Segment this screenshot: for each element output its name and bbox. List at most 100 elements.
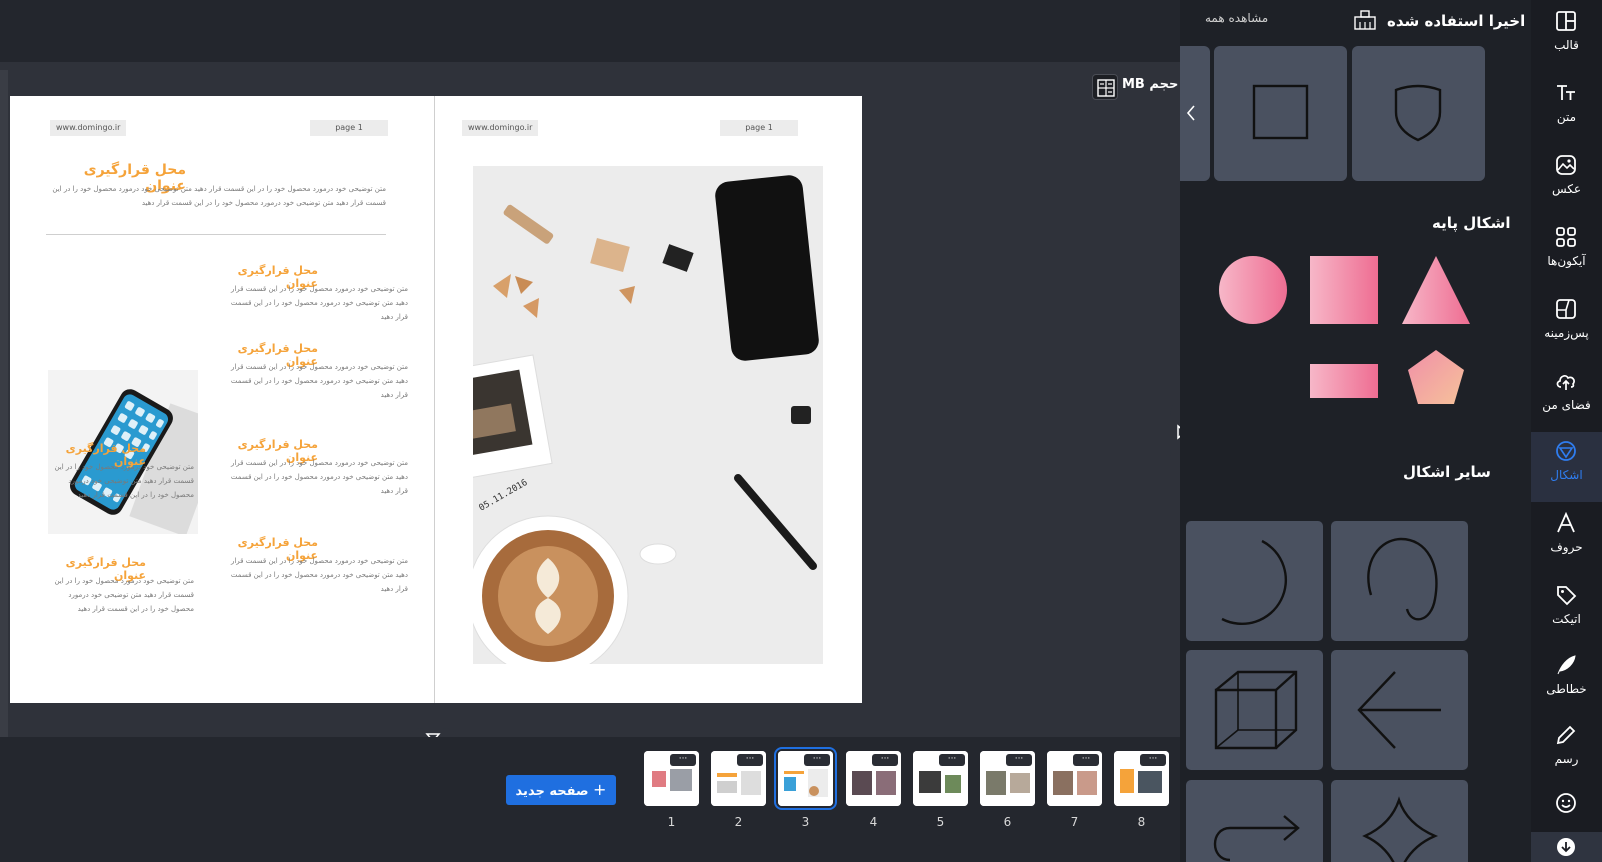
page-menu-button[interactable]: ··· [670,754,696,766]
sidebar-item-calligraphy[interactable]: خطاطی [1531,646,1602,716]
pencil-icon [1556,725,1576,745]
page-number: 1 [667,815,676,829]
sidebar-item-label: رسم [1554,752,1579,766]
sidebar-item-text[interactable]: متن [1531,74,1602,144]
page-thumbnail[interactable]: ··· [1114,751,1169,806]
basic-shapes-title: اشکال پایه [1432,214,1511,232]
sidebar-item-icons[interactable]: آیکون‌ها [1531,218,1602,288]
left-page-chip[interactable]: page 1 [310,120,388,136]
new-page-label: صفحه جدید [515,784,589,799]
right-page-chip[interactable]: page 1 [720,120,798,136]
page-number: 7 [1070,815,1079,829]
vertical-scrollbar[interactable] [0,70,8,770]
sidebar-item-label: متن [1556,110,1577,124]
section-text-4[interactable]: متن توضیحی خود درمورد محصول خود را در ای… [218,554,408,596]
grid-icon [1556,227,1576,247]
recent-shape-partial[interactable] [1180,46,1210,181]
sidebar-item-background[interactable]: پس‌زمینه [1531,290,1602,360]
page-menu-button[interactable]: ··· [939,754,965,766]
cloud-upload-icon [1556,375,1575,390]
section-text-2[interactable]: متن توضیحی خود درمورد محصول خود را در ای… [218,360,408,402]
page-thumbnail-active[interactable]: ··· [774,747,837,810]
arc-shape-card[interactable] [1331,521,1468,641]
page-thumbnail[interactable]: ··· [711,751,766,806]
page-thumbnail[interactable]: ··· [913,751,968,806]
recent-shape-square[interactable] [1214,46,1347,181]
smiley-icon[interactable] [1555,792,1577,818]
calculator-icon[interactable] [1092,74,1118,100]
circle-shape[interactable] [1219,256,1287,324]
sidebar-item-label: فضای من [1542,398,1591,412]
page-menu-button[interactable]: ··· [872,754,898,766]
page-number: 8 [1137,815,1146,829]
tools-sidebar: قالب متن عکس آیکون‌ها پس‌زمینه فضای من ا… [1531,0,1602,862]
page-thumbnail[interactable]: ··· [1047,751,1102,806]
page-thumbnail[interactable]: ··· [980,751,1035,806]
image-icon [1556,155,1576,175]
left-intro-text[interactable]: متن توضیحی خود درمورد محصول خود را در ای… [46,182,386,210]
sidebar-item-label: خطاطی [1546,682,1587,696]
arrow-left-shape-card[interactable] [1331,650,1468,770]
rectangle-shape[interactable] [1310,364,1378,398]
page-menu-button[interactable]: ··· [1006,754,1032,766]
background-icon [1556,299,1576,319]
section-text-1[interactable]: متن توضیحی خود درمورد محصول خود را در ای… [218,282,408,324]
curved-arrow-shape-card[interactable] [1186,780,1323,862]
sidebar-item-layout[interactable]: قالب [1531,2,1602,72]
page-thumbnail[interactable]: ··· [644,751,699,806]
section-text-5[interactable]: متن توضیحی خود درمورد محصول خود را در ای… [46,460,194,502]
document-spread[interactable]: www.domingo.ir page 1 محل قرارگیری عنوان… [10,96,862,703]
cube-shape-card[interactable] [1186,650,1323,770]
sidebar-item-label: عکس [1551,182,1582,196]
page-number: 3 [801,815,810,829]
page-number: 6 [1003,815,1012,829]
sidebar-item-label: پس‌زمینه [1544,326,1589,340]
pentagon-shape[interactable] [1408,350,1464,404]
sidebar-item-label: اشکال [1550,468,1583,482]
square-shape[interactable] [1310,256,1378,324]
sidebar-scroll-down[interactable] [1531,832,1602,862]
star-diamond-shape-card[interactable] [1331,780,1468,862]
layout-icon [1556,11,1576,31]
plus-icon: + [593,780,607,799]
page-menu-button[interactable]: ··· [737,754,763,766]
editor-root: حجم MB www.domingo.ir page 1 محل قرارگیر… [0,0,1602,862]
section-text-3[interactable]: متن توضیحی خود درمورد محصول خود را در ای… [218,456,408,498]
other-shapes-title: سایر اشکال [1403,463,1491,481]
page-thumbnail[interactable]: ··· [846,751,901,806]
sidebar-item-label: حروف [1550,540,1583,554]
basic-shapes-grid[interactable] [1200,250,1500,450]
text-icon [1557,85,1575,100]
moon-shape-card[interactable] [1186,521,1323,641]
left-separator [46,234,386,235]
sidebar-item-label: قالب [1554,38,1579,52]
right-url-chip[interactable]: www.domingo.ir [462,120,539,136]
arrow-down-circle-icon [1557,838,1575,856]
broom-icon[interactable] [1352,9,1378,35]
page-menu-button[interactable]: ··· [1140,754,1166,766]
sidebar-item-sticker[interactable]: اتیکت [1531,576,1602,646]
sidebar-item-image[interactable]: عکس [1531,146,1602,216]
sidebar-item-shapes[interactable]: اشکال [1531,432,1602,502]
letter-a-icon [1557,512,1575,533]
page-menu-button[interactable]: ··· [1073,754,1099,766]
top-bar [0,0,1180,62]
sidebar-item-letters[interactable]: حروف [1531,504,1602,574]
shapes-icon [1556,441,1576,461]
page-number: 2 [734,815,743,829]
desk-photo[interactable]: 05.11.2016 [473,166,823,664]
left-url-chip[interactable]: www.domingo.ir [50,120,127,136]
recent-shape-shield[interactable] [1352,46,1485,181]
file-size-label: حجم MB [1122,77,1179,92]
triangle-shape[interactable] [1402,256,1470,324]
recent-title: اخیرا استفاده شده [1387,12,1526,30]
tag-icon [1557,586,1577,606]
shapes-panel: اخیرا استفاده شده مشاهده همه اشکال پایه … [1180,0,1531,862]
page-number: 5 [936,815,945,829]
sidebar-item-draw[interactable]: رسم [1531,716,1602,786]
section-text-6[interactable]: متن توضیحی خود درمورد محصول خود را در ای… [46,574,194,616]
see-all-link[interactable]: مشاهده همه [1205,11,1268,25]
page-menu-button[interactable]: ··· [804,754,830,766]
new-page-button[interactable]: + صفحه جدید [506,775,616,805]
sidebar-item-my-space[interactable]: فضای من [1531,362,1602,432]
